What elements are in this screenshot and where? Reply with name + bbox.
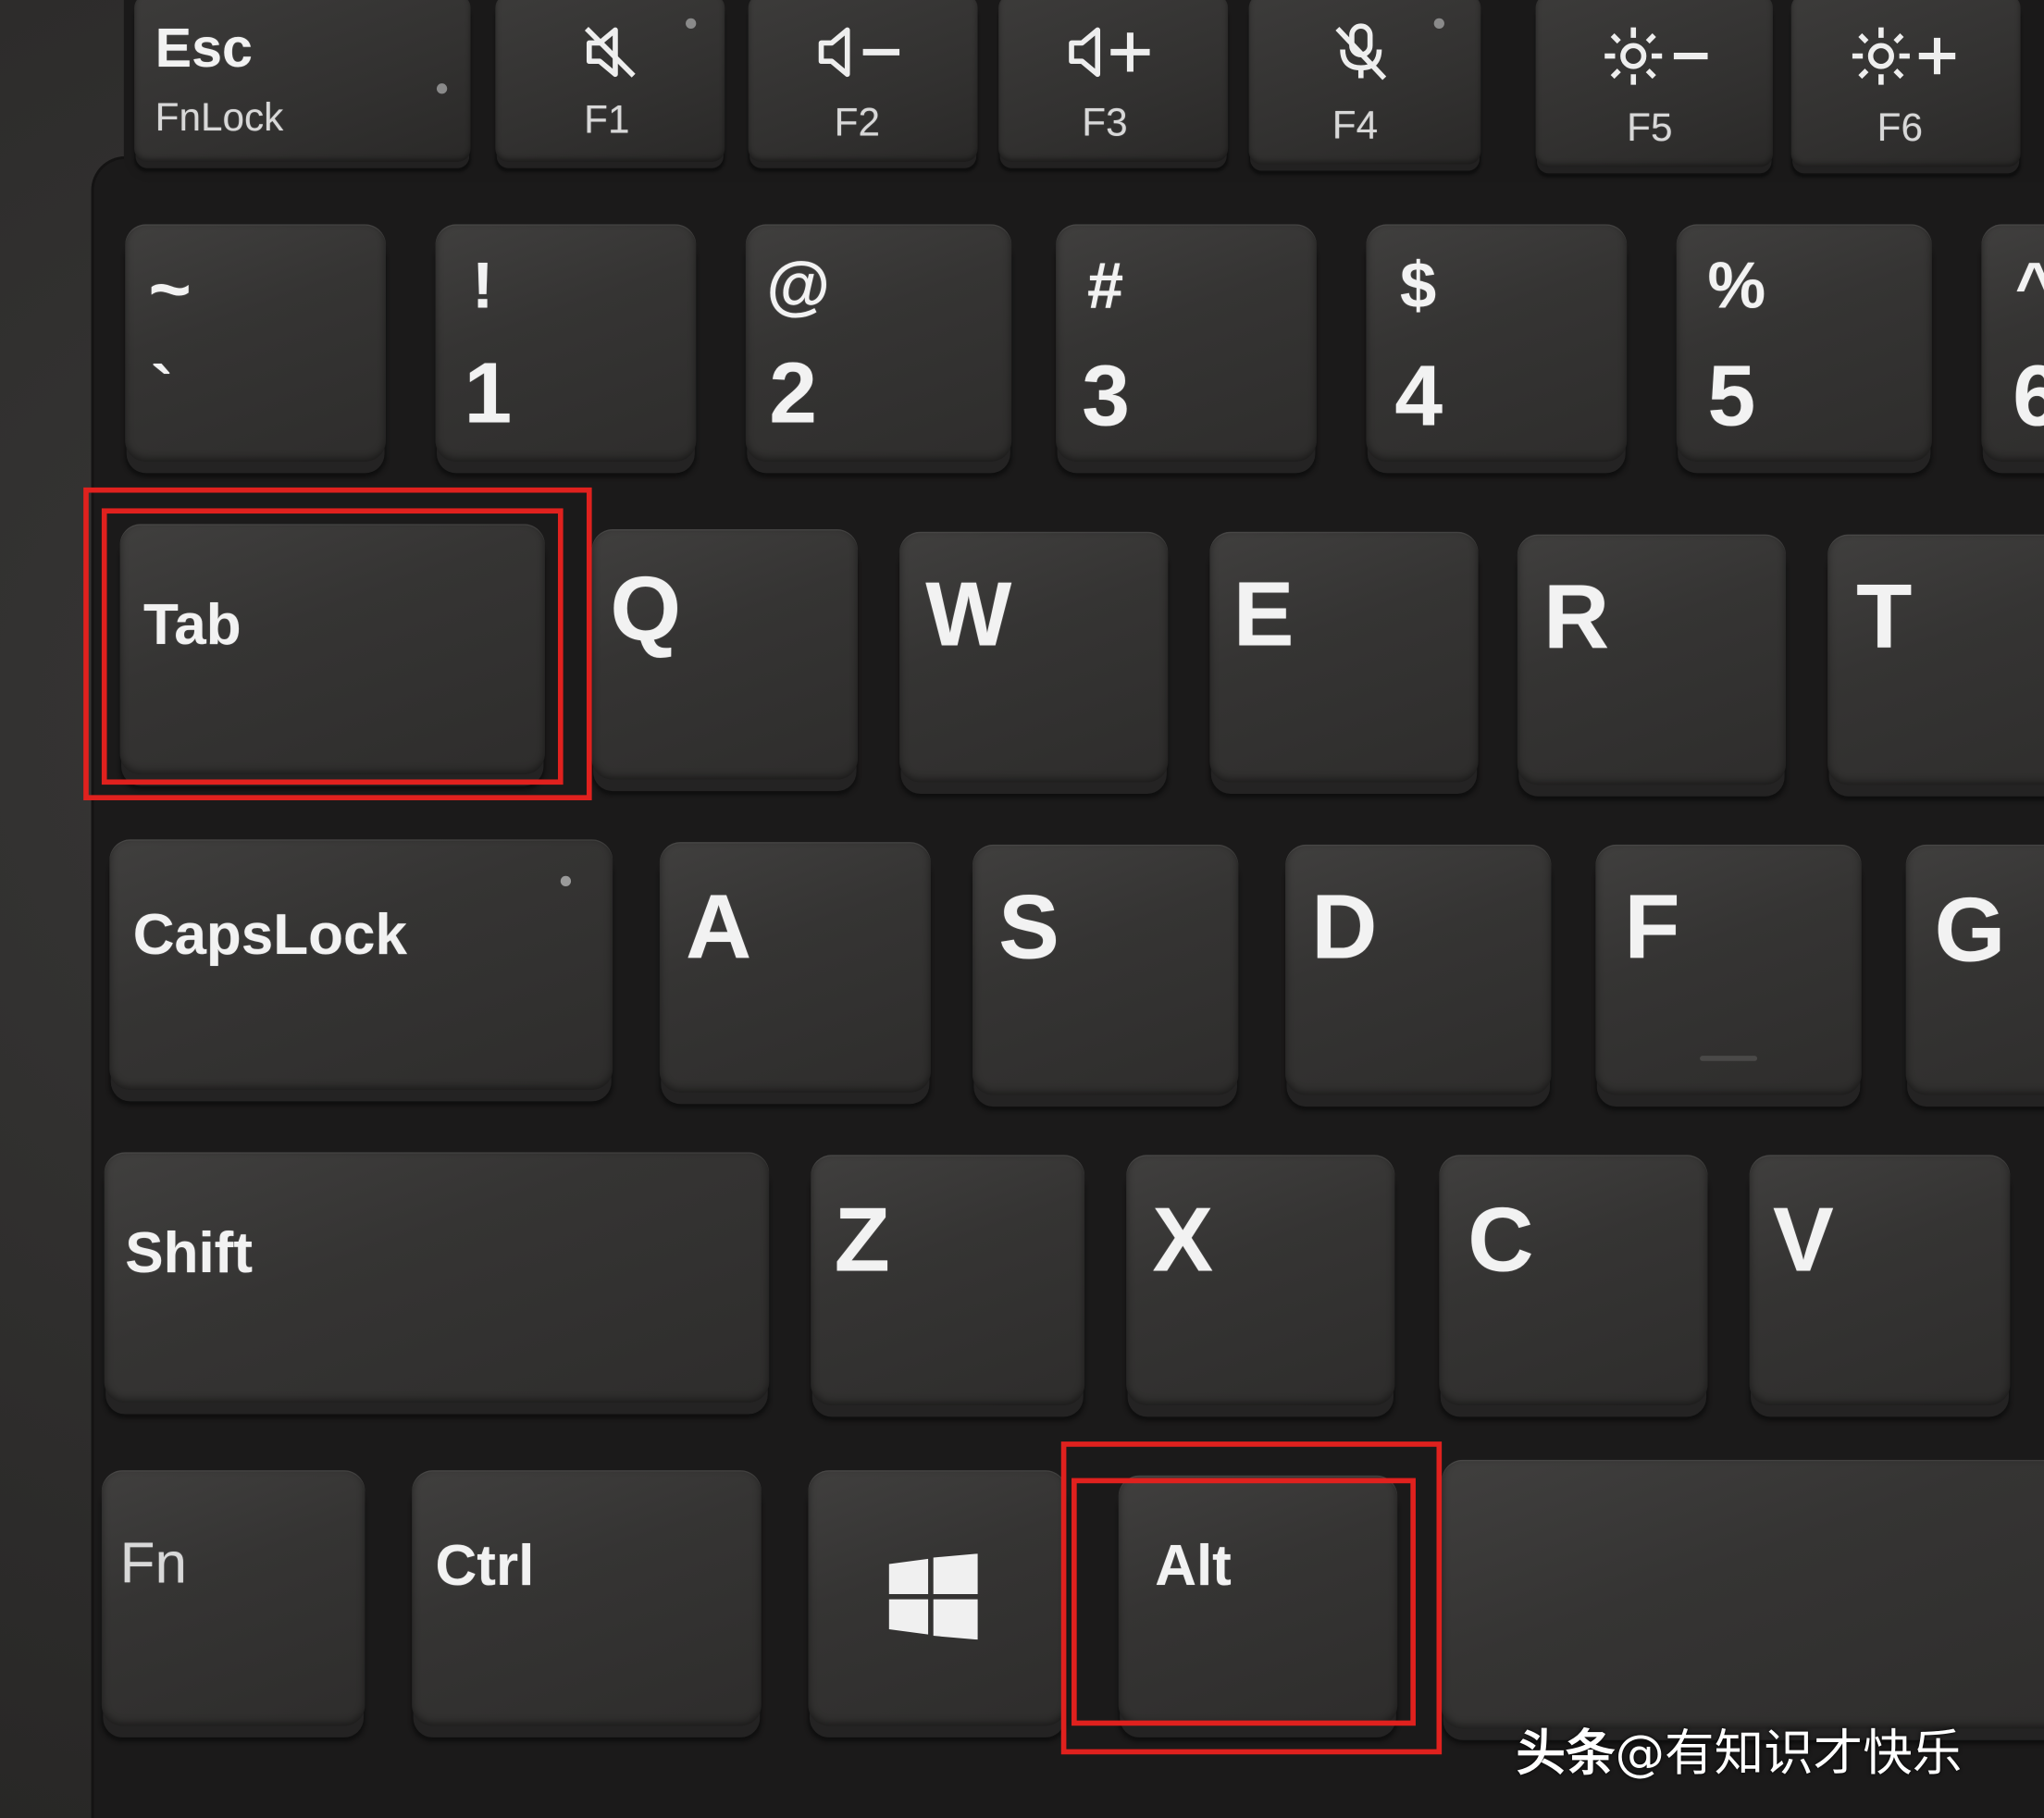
- key-v[interactable]: V: [1749, 1155, 2011, 1405]
- digit-3-label: 3: [1082, 346, 1131, 443]
- at-label: @: [766, 249, 831, 322]
- ctrl-label: Ctrl: [435, 1534, 535, 1599]
- brightness-up-icon: [1852, 27, 1956, 85]
- e-label: E: [1233, 563, 1295, 665]
- f-homing-bump: [1700, 1056, 1758, 1061]
- key-f3[interactable]: F3: [998, 0, 1229, 162]
- esc-label: Esc: [155, 17, 253, 79]
- key-capslock[interactable]: CapsLock: [109, 839, 613, 1090]
- key-w[interactable]: W: [899, 531, 1169, 783]
- key-3[interactable]: # 3: [1056, 224, 1317, 462]
- volume-up-icon: [1069, 27, 1150, 78]
- capslock-indicator: [560, 875, 572, 886]
- key-esc[interactable]: Esc FnLock: [134, 0, 471, 162]
- keyboard-photo: Esc FnLock F1 F2 F3 F4 F5 F6 ~ ` ! 1 @ 2…: [0, 0, 2044, 1818]
- d-label: D: [1311, 875, 1378, 978]
- exclamation-label: !: [471, 249, 494, 322]
- key-shift[interactable]: Shift: [104, 1152, 770, 1403]
- fn-label: Fn: [119, 1531, 187, 1596]
- key-e[interactable]: E: [1209, 531, 1479, 783]
- key-space[interactable]: [1442, 1459, 2044, 1729]
- key-f2[interactable]: F2: [748, 0, 978, 162]
- mic-indicator: [1433, 18, 1444, 29]
- watermark-handle: @有知识才快乐: [1615, 1724, 1963, 1782]
- key-q[interactable]: Q: [591, 528, 858, 780]
- digit-4-label: 4: [1394, 346, 1443, 443]
- key-r[interactable]: R: [1517, 534, 1787, 785]
- backtick-label: `: [151, 352, 173, 427]
- fnlock-indicator: [436, 83, 448, 94]
- key-g[interactable]: G: [1905, 844, 2044, 1095]
- key-2[interactable]: @ 2: [745, 224, 1012, 462]
- v-label: V: [1772, 1188, 1834, 1291]
- key-d[interactable]: D: [1285, 844, 1552, 1095]
- mute-indicator: [686, 18, 697, 29]
- key-f6[interactable]: F6: [1790, 0, 2021, 167]
- fnlock-label: FnLock: [155, 96, 284, 140]
- key-c[interactable]: C: [1439, 1155, 1708, 1405]
- caret-label: ^: [2015, 253, 2044, 317]
- windows-logo-icon: [888, 1553, 978, 1640]
- key-a[interactable]: A: [659, 842, 931, 1093]
- t-label: T: [1856, 565, 1913, 668]
- key-fn[interactable]: Fn: [101, 1470, 365, 1726]
- percent-label: %: [1707, 249, 1766, 322]
- hash-label: #: [1086, 249, 1124, 322]
- digit-5-label: 5: [1707, 346, 1756, 443]
- key-f1[interactable]: F1: [495, 0, 725, 162]
- key-5[interactable]: % 5: [1676, 224, 1932, 462]
- x-label: X: [1152, 1188, 1214, 1291]
- c-label: C: [1468, 1188, 1534, 1291]
- a-label: A: [686, 875, 752, 978]
- f5-label: F5: [1627, 106, 1673, 151]
- g-label: G: [1934, 878, 2006, 981]
- volume-down-icon: [818, 27, 900, 78]
- speaker-mute-icon: [584, 27, 636, 78]
- z-label: Z: [834, 1188, 890, 1291]
- key-6[interactable]: ^ 6: [1981, 224, 2044, 462]
- shift-label: Shift: [125, 1221, 253, 1286]
- f2-label: F2: [834, 101, 880, 145]
- key-f[interactable]: F: [1595, 844, 1862, 1095]
- key-f4[interactable]: F4: [1248, 0, 1481, 165]
- key-ctrl[interactable]: Ctrl: [412, 1470, 762, 1726]
- source-watermark: 头条@有知识才快乐: [1516, 1713, 1962, 1784]
- key-f5[interactable]: F5: [1535, 0, 1773, 167]
- r-label: R: [1543, 565, 1610, 668]
- brightness-down-icon: [1604, 27, 1708, 85]
- key-4[interactable]: $ 4: [1366, 224, 1628, 462]
- key-z[interactable]: Z: [811, 1155, 1085, 1405]
- q-label: Q: [610, 557, 682, 660]
- digit-2-label: 2: [769, 343, 817, 441]
- watermark-source: 头条: [1516, 1724, 1616, 1782]
- f4-label: F4: [1332, 104, 1379, 148]
- digit-1-label: 1: [464, 343, 513, 441]
- key-1[interactable]: ! 1: [435, 224, 697, 462]
- key-x[interactable]: X: [1126, 1155, 1395, 1405]
- key-windows[interactable]: [808, 1470, 1067, 1726]
- key-t[interactable]: T: [1827, 534, 2044, 785]
- highlight-box-alt-inner: [1072, 1478, 1416, 1726]
- key-s[interactable]: S: [972, 844, 1239, 1095]
- dollar-label: $: [1400, 249, 1437, 322]
- f1-label: F1: [584, 99, 630, 142]
- highlight-box-tab-inner: [101, 508, 564, 785]
- digit-6-label: 6: [2013, 352, 2044, 438]
- capslock-label: CapsLock: [132, 903, 407, 968]
- tilde-label: ~: [148, 247, 192, 330]
- key-tilde[interactable]: ~ `: [125, 224, 387, 462]
- f3-label: F3: [1082, 101, 1128, 145]
- s-label: S: [998, 875, 1059, 978]
- w-label: W: [925, 563, 1012, 665]
- f6-label: F6: [1877, 106, 1924, 151]
- f-label: F: [1624, 875, 1680, 978]
- mic-mute-icon: [1335, 23, 1387, 80]
